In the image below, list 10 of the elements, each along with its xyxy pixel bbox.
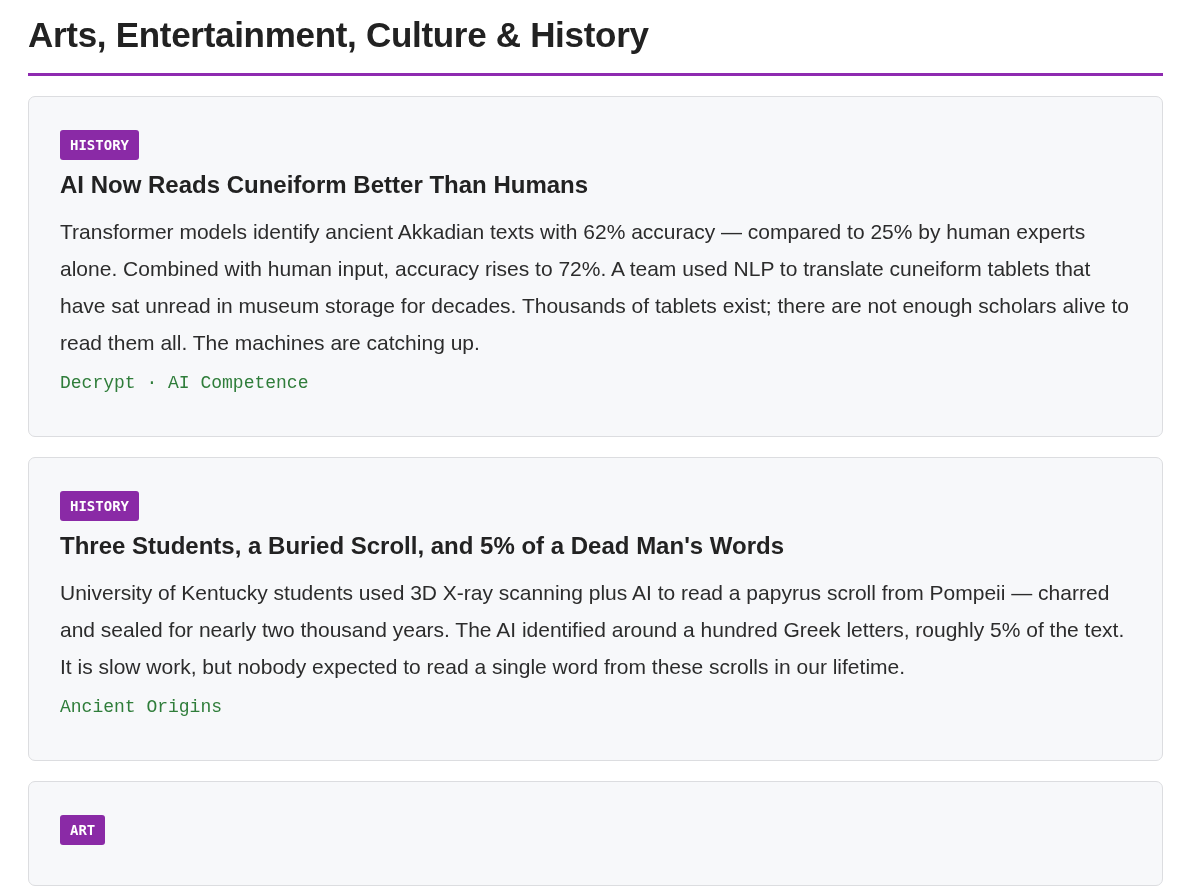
category-tag: HISTORY — [60, 130, 139, 160]
category-tag: ART — [60, 815, 106, 845]
article-title: Three Students, a Buried Scroll, and 5% of a Dead Man's Words — [60, 531, 785, 561]
article-summary: University of Kentucky students used 3D X-ray scanning plus AI to read a papyrus scroll from Pompeii — charred and sealed for nearly two thousand years. The AI identified around a hundred Greek letters, roughly 5% of the text. It is slow work, but nobody expected to read a single word from these scrolls in our lifetime. — [60, 580, 1126, 680]
article-title: AI Now Reads Cuneiform Better Than Humans — [60, 170, 589, 200]
category-tag: HISTORY — [60, 491, 139, 521]
article-source: Decrypt · AI Competence — [60, 372, 309, 395]
section-heading: Arts, Entertainment, Culture & History — [28, 14, 650, 56]
article-source: Ancient Origins — [60, 696, 223, 719]
article-summary: Transformer models identify ancient Akkadian texts with 62% accuracy — compared to 25% by human experts alone. Combined with human input, accuracy rises to 72%. A team used NLP to translate cuneiform tablets that have sat unread in museum storage for decades. Thousands of tablets exist; there are not enough scholars alive to read them all. The machines are catching up. — [60, 219, 1130, 356]
